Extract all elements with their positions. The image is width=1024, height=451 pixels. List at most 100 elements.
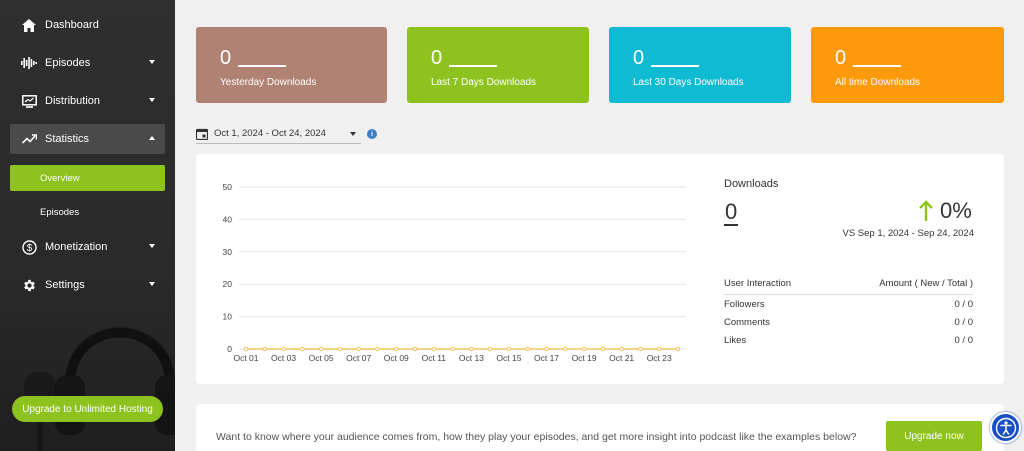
monitor-icon [19,91,39,111]
downloads-chart: 50 40 30 20 10 0Oct 01 Oct 03 Oct 05 Oct 07 Oct 0… [223,182,686,363]
sidebar-item-distribution[interactable]: Distribution [10,86,165,116]
x-tick-label: Oct 01 [233,353,258,363]
chevron-down-icon [149,244,155,248]
data-point [375,346,380,352]
data-point [281,346,286,352]
row-label: Comments [724,316,770,328]
data-point [487,346,493,352]
sidebar: Dashboard Episodes Distribution Statisti… [0,0,175,451]
sidebar-item-label: Statistics [45,133,90,145]
sidebar-item-label: Distribution [45,95,101,107]
promo-text: Want to know where your audience comes f… [216,431,857,443]
x-tick-label: Oct 21 [609,353,634,363]
data-point [337,346,343,352]
upgrade-hosting-button[interactable]: Upgrade to Unlimited Hosting [12,396,163,422]
table-header-left: User Interaction [724,278,792,289]
x-tick-label: Oct 05 [309,353,334,363]
downloads-change-value: 0% [940,198,972,223]
row-label: Followers [724,298,765,310]
sidebar-item-monetization[interactable]: $ Monetization [10,232,165,262]
info-icon[interactable]: i [367,129,377,139]
stat-value: 0 [633,47,645,69]
accessibility-button[interactable] [990,412,1021,443]
table-row: Comments 0 / 0 [724,313,973,331]
x-tick-label: Oct 13 [459,353,484,363]
sidebar-item-dashboard[interactable]: Dashboard [10,10,165,40]
home-icon [19,15,39,35]
sidebar-subitem-overview[interactable]: Overview [10,165,165,191]
stat-underline [449,65,497,67]
upgrade-now-button[interactable]: Upgrade now [886,421,982,451]
svg-text:$: $ [26,243,32,254]
data-point [243,346,249,352]
sidebar-item-label: Episodes [45,57,91,69]
stat-label: Last 30 Days Downloads [633,77,744,88]
waveform-icon [19,53,39,73]
x-tick-label: Oct 23 [647,353,672,363]
data-point [431,346,437,352]
stat-label: Yesterday Downloads [220,77,317,88]
calendar-icon [196,128,208,140]
downloads-title: Downloads [724,178,779,190]
data-point [506,346,512,352]
sidebar-subitem-label: Overview [40,172,80,184]
row-label: Likes [724,334,747,346]
x-tick-label: Oct 17 [534,353,559,363]
comparison-range: VS Sep 1, 2024 - Sep 24, 2024 [842,228,974,239]
data-point [544,346,549,352]
x-tick-label: Oct 09 [384,353,409,363]
data-point [412,346,418,352]
data-point [638,346,643,352]
data-point [318,346,324,352]
data-point [300,346,305,352]
downloads-change: 0% [918,198,972,224]
user-interaction-table: User Interaction Amount ( New / Total ) … [724,278,973,349]
chevron-down-icon [149,98,155,102]
gear-icon [19,275,39,295]
stat-label: All time Downloads [835,77,921,88]
y-tick-label: 30 [223,247,233,257]
data-point [581,346,587,352]
sidebar-item-label: Settings [45,279,85,291]
stat-value: 0 [220,47,232,69]
downloads-panel: 50 40 30 20 10 0 Oct 01 Oct 03 Oct 05 Oct 07 Oct 0… [196,154,1004,384]
stat-underline [651,65,699,67]
y-tick-label: 0 [227,344,232,354]
sidebar-subitem-label: Episodes [40,206,80,218]
y-tick-label: 20 [223,279,233,289]
x-tick-label: Oct 07 [346,353,371,363]
data-point [469,346,474,352]
downloads-count: 0 [724,199,739,226]
arrow-up-icon [919,200,933,221]
sidebar-subitem-episodes[interactable]: Episodes [10,199,165,225]
data-point [393,346,399,352]
x-tick-label: Oct 15 [496,353,521,363]
dollar-icon: $ [19,237,39,257]
x-tick-label: Oct 19 [572,353,597,363]
table-row: Likes 0 / 0 [724,331,973,349]
sidebar-item-label: Dashboard [45,19,99,31]
chevron-up-icon [149,136,155,140]
sidebar-item-settings[interactable]: Settings [10,270,165,300]
date-range-picker[interactable]: Oct 1, 2024 - Oct 24, 2024 [196,124,361,144]
row-value: 0 / 0 [954,298,974,310]
data-point [619,346,624,352]
data-point [262,346,268,352]
stat-card-30-days: 0 Last 30 Days Downloads [609,27,791,103]
data-point [656,346,662,352]
stat-label: Last 7 Days Downloads [431,77,537,88]
sidebar-item-statistics[interactable]: Statistics [10,124,165,154]
data-point [563,346,568,352]
chevron-down-icon [149,60,155,64]
data-point [525,346,531,352]
stat-card-all-time: 0 All time Downloads [811,27,1004,103]
data-point [450,346,455,352]
data-point [600,346,606,352]
table-row: Followers 0 / 0 [724,295,973,313]
sidebar-item-label: Monetization [45,241,108,253]
chevron-down-icon [149,282,155,286]
data-point [356,346,361,352]
sidebar-item-episodes[interactable]: Episodes [10,48,165,78]
stat-card-yesterday: 0 Yesterday Downloads [196,27,387,103]
stat-underline [238,65,286,67]
